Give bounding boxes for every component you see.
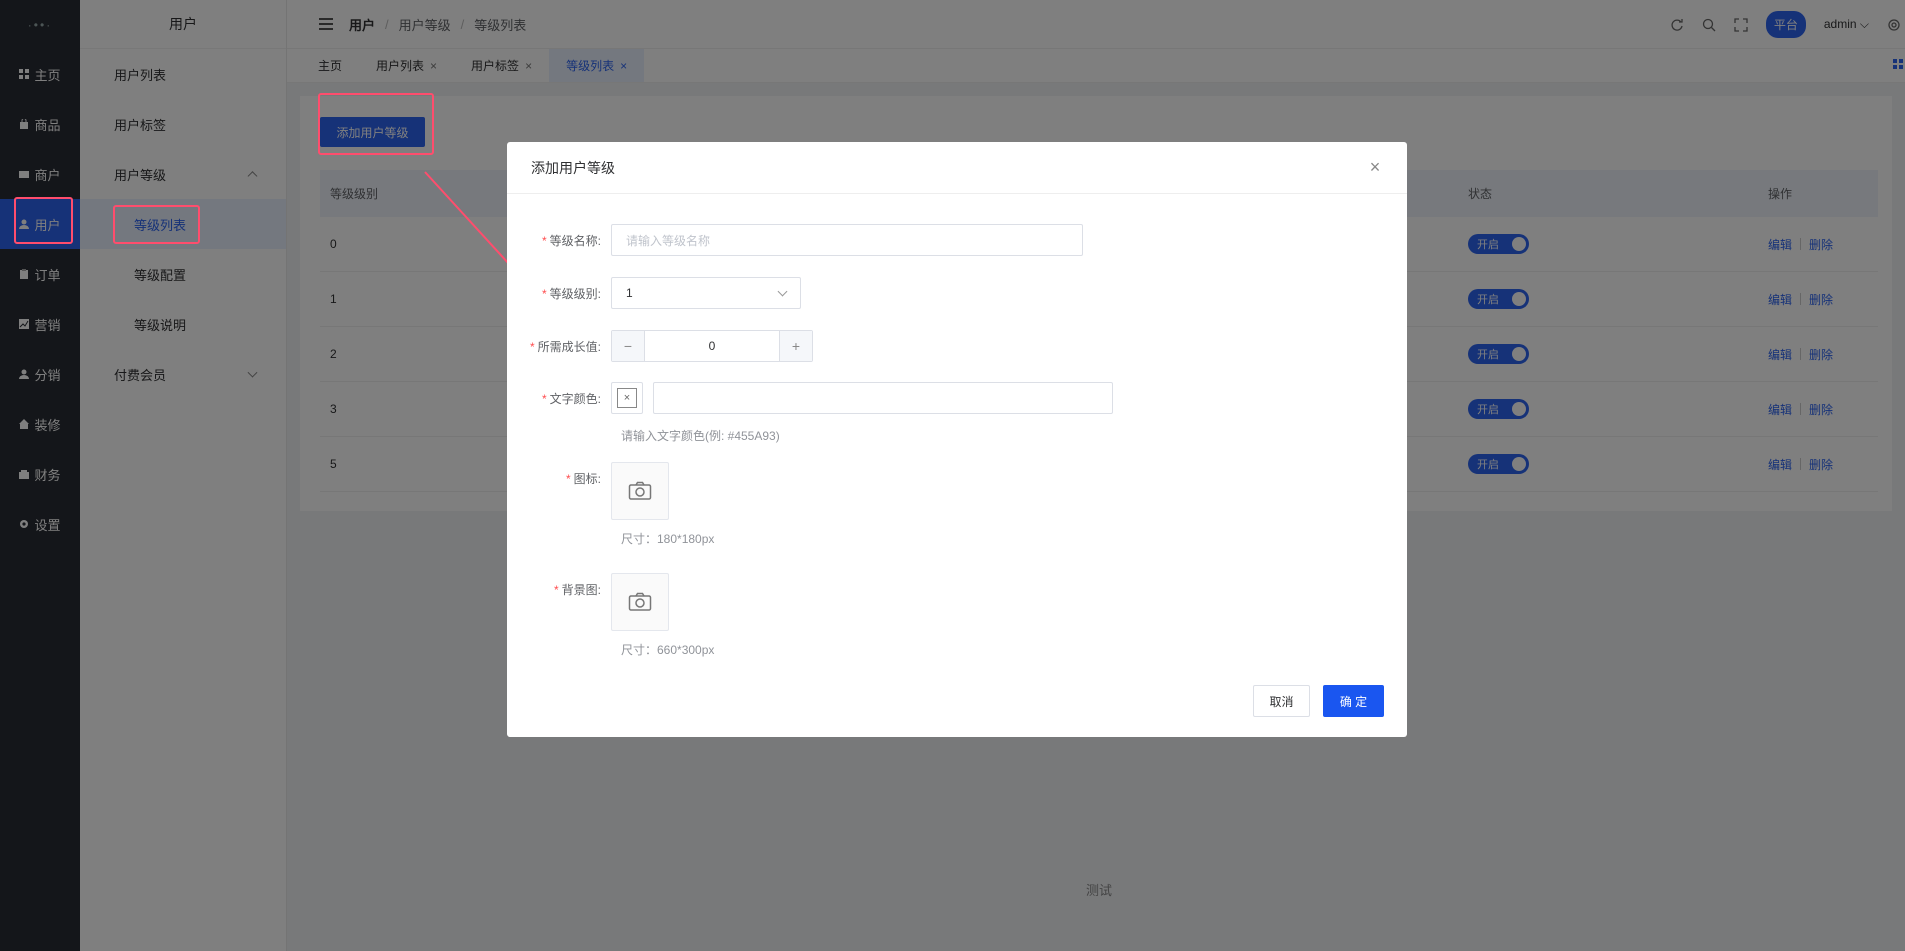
add-user-level-dialog: 添加用户等级 × * 等级名称: 请输入等级名称 * 等级级别: 1 * 所需成长值:… xyxy=(507,142,1407,737)
field-label: * 图标: xyxy=(507,462,611,487)
decrement-button[interactable]: − xyxy=(612,331,644,361)
form-row-icon: * 图标: xyxy=(507,462,669,520)
field-label-text: 背景图: xyxy=(561,583,601,597)
icon-size-hint: 尺寸：180*180px xyxy=(621,532,715,546)
field-label: * 所需成长值: xyxy=(507,338,611,355)
field-label-text: 图标: xyxy=(573,472,601,486)
required-mark: * xyxy=(541,233,547,248)
required-mark: * xyxy=(541,391,547,406)
icon-upload[interactable] xyxy=(611,462,669,520)
dialog-header: 添加用户等级 × xyxy=(507,142,1407,194)
required-mark: * xyxy=(553,583,559,597)
required-mark: * xyxy=(529,339,535,354)
camera-icon xyxy=(628,592,652,611)
confirm-button[interactable]: 确 定 xyxy=(1323,685,1384,717)
background-size-hint: 尺寸：660*300px xyxy=(621,643,715,657)
clear-color-icon: × xyxy=(617,388,637,408)
close-icon[interactable]: × xyxy=(1367,158,1383,176)
form-row-growth: * 所需成长值: − 0 + xyxy=(507,330,813,362)
highlight-rail-users xyxy=(14,197,73,244)
highlight-add-button xyxy=(318,93,434,155)
form-row-level: * 等级级别: 1 xyxy=(507,277,801,309)
field-label: * 等级名称: xyxy=(507,232,611,249)
required-mark: * xyxy=(565,472,571,486)
field-label-text: 等级名称: xyxy=(549,233,601,248)
field-label: * 文字颜色: xyxy=(507,390,611,407)
color-picker[interactable]: × xyxy=(611,382,643,414)
form-row-name: * 等级名称: 请输入等级名称 xyxy=(507,224,1083,256)
level-name-input[interactable]: 请输入等级名称 xyxy=(611,224,1083,256)
cancel-button[interactable]: 取消 xyxy=(1253,685,1310,717)
field-label-text: 文字颜色: xyxy=(549,391,601,406)
level-select-value: 1 xyxy=(626,286,633,300)
level-select[interactable]: 1 xyxy=(611,277,801,309)
color-hint: 请输入文字颜色(例: #455A93) xyxy=(621,429,780,443)
form-row-color: * 文字颜色: × xyxy=(507,382,1113,414)
field-label-text: 等级级别: xyxy=(549,286,601,301)
camera-icon xyxy=(628,481,652,500)
increment-button[interactable]: + xyxy=(780,331,812,361)
form-row-background: * 背景图: xyxy=(507,573,669,631)
required-mark: * xyxy=(541,286,547,301)
growth-value-input[interactable]: 0 xyxy=(644,331,780,361)
background-upload[interactable] xyxy=(611,573,669,631)
field-label: * 等级级别: xyxy=(507,285,611,302)
highlight-level-list xyxy=(113,205,200,244)
chevron-down-icon xyxy=(777,286,788,296)
dialog-title: 添加用户等级 xyxy=(531,159,615,176)
field-label-text: 所需成长值: xyxy=(537,339,601,354)
field-label: * 背景图: xyxy=(507,573,611,598)
text-color-input[interactable] xyxy=(653,382,1113,414)
growth-value-stepper: − 0 + xyxy=(611,330,813,362)
